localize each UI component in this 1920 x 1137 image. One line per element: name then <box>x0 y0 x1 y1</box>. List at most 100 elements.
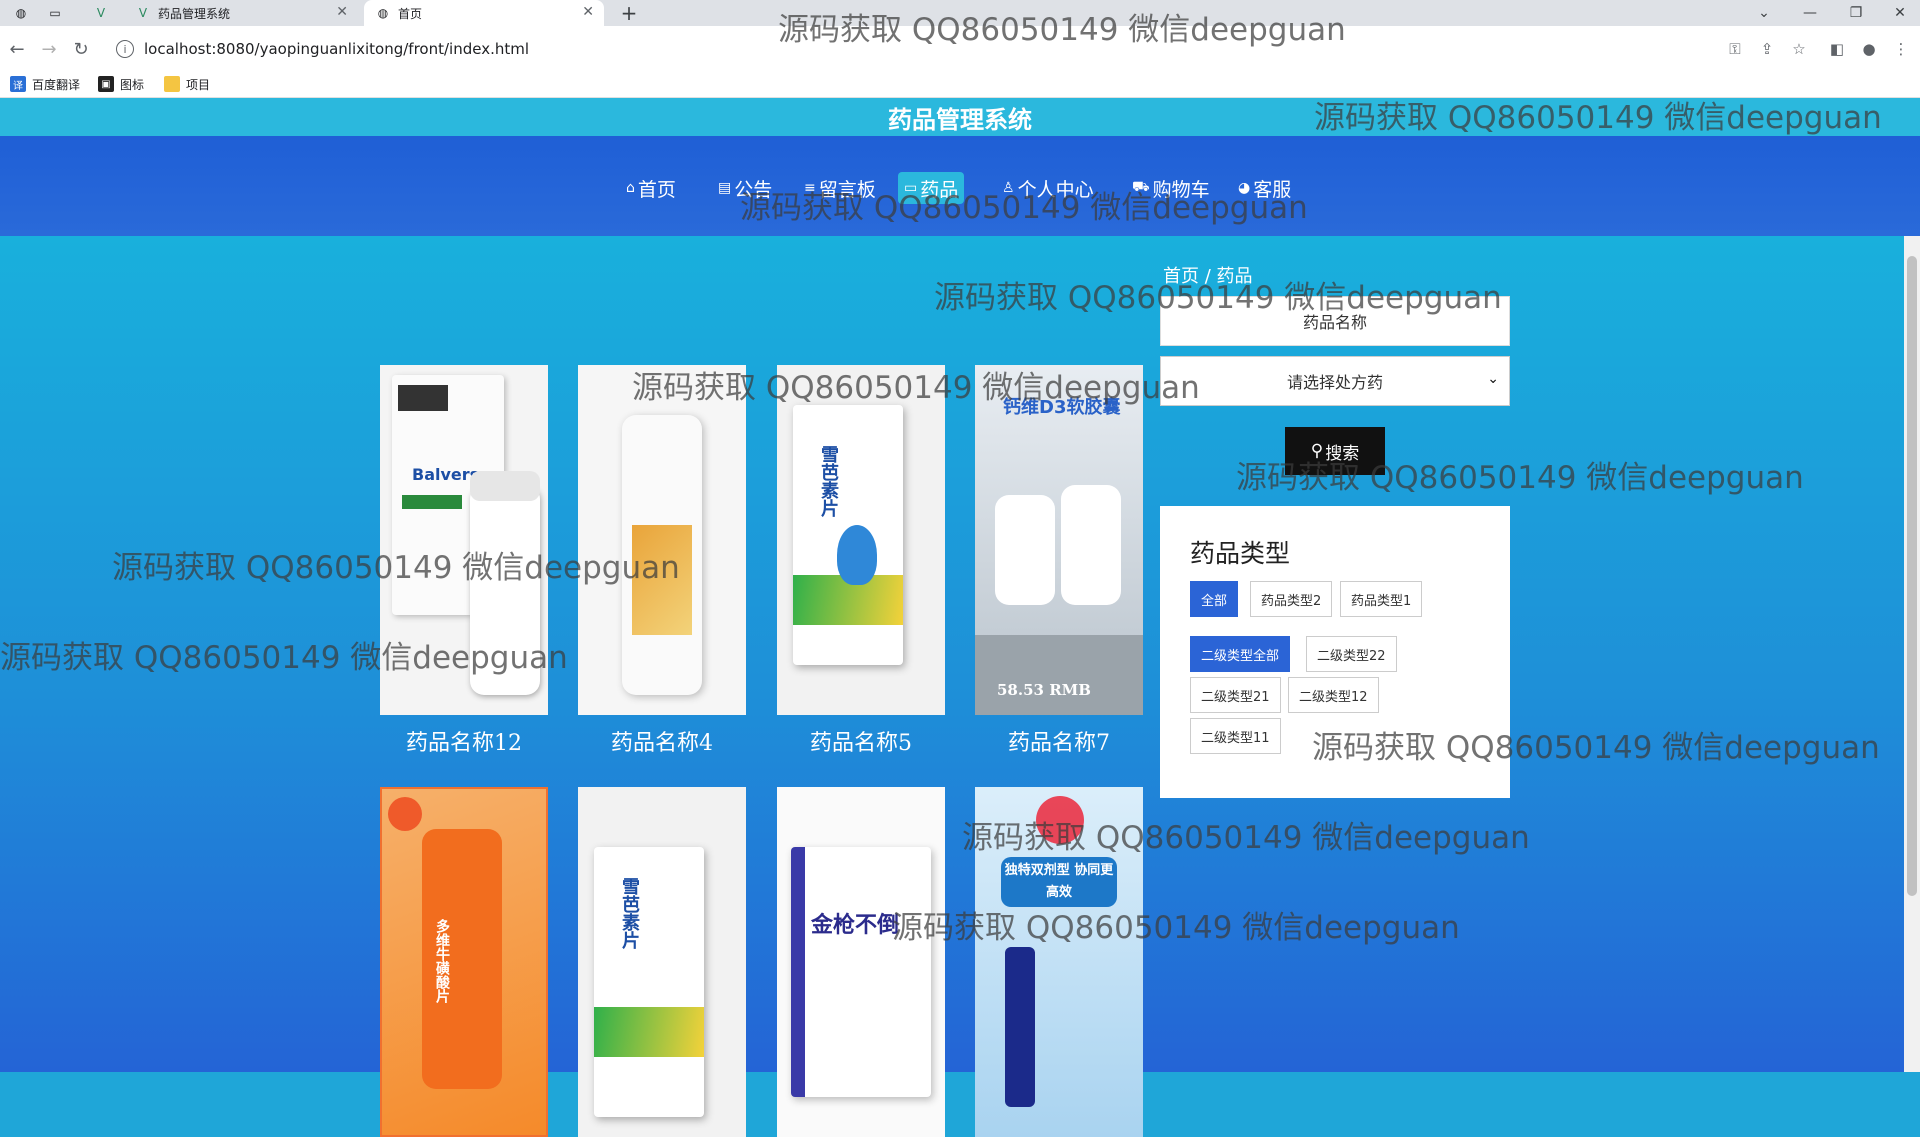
box-stripe <box>402 495 462 509</box>
vue-logo-icon: V <box>96 6 106 20</box>
product-card[interactable]: 雪芭素片 药品名称5 <box>777 365 945 757</box>
tab-pinned-3[interactable]: V <box>94 0 118 26</box>
side-panel-icon[interactable]: ◧ <box>1826 38 1848 60</box>
minimize-button[interactable]: — <box>1790 0 1830 26</box>
drug-box: 雪芭素片 <box>594 847 704 1117</box>
menu-icon[interactable]: ⋮ <box>1890 38 1912 60</box>
translate-icon: 译 <box>10 76 26 92</box>
share-icon[interactable]: ⇪ <box>1756 38 1778 60</box>
page-scrollbar[interactable] <box>1904 236 1920 1072</box>
watermark: 源码获取 QQ86050149 微信deepguan <box>740 190 1308 226</box>
close-tab-icon[interactable]: ✕ <box>336 4 348 20</box>
drug-bottle <box>995 495 1055 605</box>
badge-icon <box>388 797 422 831</box>
key-icon[interactable]: ⚿ <box>1724 38 1746 60</box>
new-tab-button[interactable]: + <box>616 0 642 26</box>
subcategory-chip-12[interactable]: 二级类型12 <box>1288 677 1379 713</box>
subcategory-chip-21[interactable]: 二级类型21 <box>1190 677 1281 713</box>
product-image[interactable]: 金枪不倒 <box>777 787 945 1137</box>
product-card[interactable]: 雪芭素片 <box>578 787 746 1137</box>
nav-label: 首页 <box>637 178 676 201</box>
info-icon[interactable]: i <box>116 40 134 58</box>
nav-home[interactable]: ⌂ 首页 <box>620 172 682 204</box>
tab-label: 首页 <box>398 6 423 21</box>
category-title: 药品类型 <box>1190 539 1291 568</box>
product-image[interactable]: 雪芭素片 <box>578 787 746 1137</box>
bookmark-label: 图标 <box>120 77 145 92</box>
brand-text: 雪芭素片 <box>619 877 640 949</box>
product-name[interactable]: 药品名称4 <box>578 725 746 757</box>
drug-box: 雪芭素片 <box>793 405 903 665</box>
profile-icon[interactable]: ● <box>1858 38 1880 60</box>
product-image[interactable] <box>578 365 746 715</box>
scrollbar-thumb[interactable] <box>1907 256 1917 896</box>
star-icon[interactable]: ☆ <box>1788 38 1810 60</box>
product-image[interactable]: 雪芭素片 <box>777 365 945 715</box>
drug-bottle: 多维牛磺酸片 <box>422 829 502 1089</box>
category-chip-type2[interactable]: 药品类型2 <box>1250 581 1333 617</box>
restore-button[interactable]: ❐ <box>1836 0 1876 26</box>
product-image[interactable]: 多维牛磺酸片 <box>380 787 548 1137</box>
tab-pinned-1[interactable]: ◍ <box>14 0 38 26</box>
globe-icon: ◍ <box>377 6 389 20</box>
globe-icon: ◍ <box>15 6 27 20</box>
bottle-cap <box>470 471 540 501</box>
reload-icon[interactable]: ↻ <box>68 36 94 62</box>
notice-icon: ▤ <box>718 180 732 196</box>
home-icon: ⌂ <box>626 180 635 196</box>
back-icon[interactable]: ← <box>4 36 30 62</box>
watermark: 源码获取 QQ86050149 微信deepguan <box>778 12 1346 48</box>
category-chip-all[interactable]: 全部 <box>1190 581 1239 617</box>
tab-search-icon[interactable]: ⌄ <box>1744 0 1784 26</box>
watermark: 源码获取 QQ86050149 微信deepguan <box>632 370 1200 406</box>
tab-drug-system[interactable]: V 药品管理系统 ✕ <box>128 0 358 26</box>
brand-text: 多维牛磺酸片 <box>434 919 450 1003</box>
bookmark-label: 百度翻译 <box>32 77 81 92</box>
close-window-button[interactable]: ✕ <box>1880 0 1920 26</box>
subcategory-chip-11[interactable]: 二级类型11 <box>1190 718 1281 754</box>
product-card[interactable]: 多维牛磺酸片 <box>380 787 548 1137</box>
watermark: 源码获取 QQ86050149 微信deepguan <box>934 280 1502 316</box>
drug-bottle <box>1061 485 1121 605</box>
product-price: 58.53 RMB <box>997 681 1091 699</box>
bookmark-project[interactable]: 项目 <box>164 74 210 94</box>
select-value: 请选择处方药 <box>1286 373 1383 392</box>
drug-bottle <box>1005 947 1035 1107</box>
product-name[interactable]: 药品名称5 <box>777 725 945 757</box>
tab-label: 药品管理系统 <box>158 6 231 21</box>
product-name[interactable]: 药品名称12 <box>380 725 548 757</box>
brand-text: 金枪不倒 <box>811 913 900 938</box>
page-icon: ▭ <box>49 6 61 20</box>
tab-home[interactable]: ◍ 首页 ✕ <box>364 0 604 26</box>
watermark: 源码获取 QQ86050149 微信deepguan <box>962 820 1530 856</box>
prescription-select[interactable]: 请选择处方药 ⌄ <box>1160 356 1510 406</box>
product-card[interactable]: 金枪不倒 <box>777 787 945 1137</box>
table-surface <box>975 635 1143 715</box>
folder-icon <box>164 76 180 92</box>
brand-text: 雪芭素片 <box>818 445 839 517</box>
watermark: 源码获取 QQ86050149 微信deepguan <box>892 910 1460 946</box>
product-name[interactable]: 药品名称7 <box>975 725 1143 757</box>
box-label <box>398 385 448 411</box>
box-stripe <box>594 1007 704 1057</box>
tab-pinned-2[interactable]: ▭ <box>48 0 76 26</box>
site-title: 药品管理系统 <box>888 105 1032 134</box>
close-tab-icon[interactable]: ✕ <box>582 4 594 20</box>
watermark: 源码获取 QQ86050149 微信deepguan <box>1314 100 1882 136</box>
watermark: 源码获取 QQ86050149 微信deepguan <box>1236 460 1804 496</box>
subcategory-chip-22[interactable]: 二级类型22 <box>1306 636 1397 672</box>
bookmark-icons[interactable]: ▣ 图标 <box>98 74 144 94</box>
bookmark-baidu-translate[interactable]: 译 百度翻译 <box>10 74 80 94</box>
brand-text: 独特双剂型 协同更高效 <box>1001 857 1117 907</box>
product-card[interactable]: 钙维D3软胶囊 58.53 RMB 药品名称7 <box>975 365 1143 757</box>
drug-box: 金枪不倒 <box>791 847 931 1097</box>
watermark: 源码获取 QQ86050149 微信deepguan <box>0 640 568 676</box>
category-chip-type1[interactable]: 药品类型1 <box>1340 581 1423 617</box>
mascot <box>837 525 877 585</box>
subcategory-chip-all[interactable]: 二级类型全部 <box>1190 636 1291 672</box>
bookmark-label: 项目 <box>186 77 211 92</box>
forward-icon[interactable]: → <box>36 36 62 62</box>
product-image[interactable]: 钙维D3软胶囊 58.53 RMB <box>975 365 1143 715</box>
watermark: 源码获取 QQ86050149 微信deepguan <box>112 550 680 586</box>
watermark: 源码获取 QQ86050149 微信deepguan <box>1312 730 1880 766</box>
